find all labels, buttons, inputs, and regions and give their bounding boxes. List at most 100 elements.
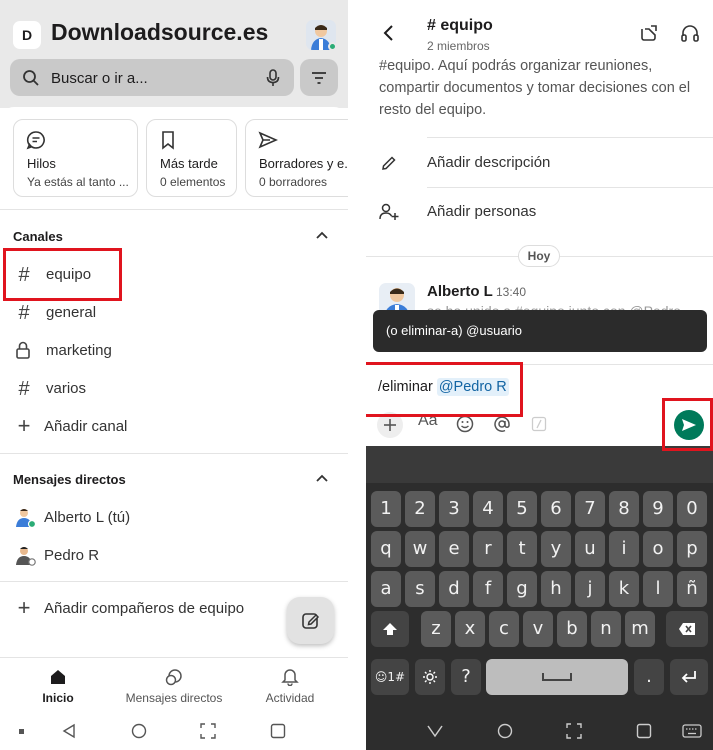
key-5[interactable]: 5 [507,491,537,527]
command-suggestion[interactable]: (o eliminar-a) @usuario [373,310,707,352]
key-e[interactable]: e [439,531,469,567]
avatar [16,509,36,528]
home-nav-icon[interactable] [497,723,513,739]
key-i[interactable]: i [609,531,639,567]
key-d[interactable]: d [439,571,469,607]
keyboard-icon[interactable] [682,724,702,738]
tab-home[interactable]: Inicio [16,658,100,714]
drafts-card[interactable]: Borradores y e... 0 borradores [245,119,348,197]
key-l[interactable]: l [643,571,673,607]
key-c[interactable]: c [489,611,519,647]
headphones-icon[interactable] [680,23,700,43]
key-g[interactable]: g [507,571,537,607]
period-key[interactable]: . [634,659,664,695]
key-a[interactable]: a [371,571,401,607]
divider [427,137,713,138]
add-description-button[interactable]: Añadir descripción [366,140,713,186]
key-r[interactable]: r [473,531,503,567]
member-count[interactable]: 2 miembros [427,39,490,53]
highlight-box [3,248,122,301]
key-n[interactable]: n [591,611,621,647]
message-author[interactable]: Alberto L [427,283,493,300]
day-divider[interactable]: Hoy [518,245,560,267]
tab-activity[interactable]: Actividad [248,658,332,714]
key-8[interactable]: 8 [609,491,639,527]
bell-icon [281,669,299,686]
mention-icon[interactable] [493,415,511,433]
tab-direct-messages[interactable]: Mensajes directos [116,658,232,714]
recents-nav-icon[interactable] [270,723,286,739]
chevron-up-icon[interactable] [315,230,329,240]
backspace-key[interactable] [666,611,708,647]
tab-label: Inicio [42,691,74,705]
key-k[interactable]: k [609,571,639,607]
screenshot-nav-icon[interactable] [566,723,582,739]
key-z[interactable]: z [421,611,451,647]
key-ñ[interactable]: ñ [677,571,707,607]
emoji-icon[interactable] [456,415,474,433]
key-s[interactable]: s [405,571,435,607]
shift-key[interactable] [371,611,409,647]
recents-nav-icon[interactable] [636,723,652,739]
search-input[interactable]: Buscar o ir a... [10,59,294,96]
channel-item-varios[interactable]: # varios [0,370,348,406]
screenshot-nav-icon[interactable] [200,723,216,739]
back-nav-icon[interactable] [61,723,77,739]
filter-button[interactable] [300,59,338,96]
channels-section-title[interactable]: Canales [13,229,63,244]
key-p[interactable]: p [677,531,707,567]
add-teammates-label: Añadir compañeros de equipo [44,600,245,617]
key-h[interactable]: h [541,571,571,607]
key-j[interactable]: j [575,571,605,607]
key-v[interactable]: v [523,611,553,647]
enter-key[interactable] [670,659,708,695]
dms-section-title[interactable]: Mensajes directos [13,472,126,487]
key-o[interactable]: o [643,531,673,567]
workspace-badge[interactable]: D [13,21,41,49]
key-3[interactable]: 3 [439,491,469,527]
back-nav-icon[interactable] [427,724,443,738]
key-7[interactable]: 7 [575,491,605,527]
threads-card[interactable]: Hilos Ya estás al tanto ... [13,119,138,197]
add-people-button[interactable]: Añadir personas [366,189,713,235]
symbols-key[interactable]: ☺1# [371,659,409,695]
channel-label: varios [46,380,87,397]
key-x[interactable]: x [455,611,485,647]
home-nav-icon[interactable] [131,723,147,739]
channel-item-marketing[interactable]: marketing [0,332,348,368]
space-key[interactable] [486,659,628,695]
add-channel-button[interactable]: + Añadir canal [0,408,348,444]
slash-command-icon[interactable] [531,416,547,432]
dm-label: Pedro R [44,547,100,564]
dm-item-pedro[interactable]: Pedro R [0,537,348,573]
chevron-up-icon[interactable] [315,473,329,483]
back-arrow-icon[interactable] [382,24,394,42]
key-q[interactable]: q [371,531,401,567]
key-f[interactable]: f [473,571,503,607]
key-u[interactable]: u [575,531,605,567]
workspace-name[interactable]: Downloadsource.es [51,19,268,46]
system-nav-bar [366,712,713,750]
key-w[interactable]: w [405,531,435,567]
key-t[interactable]: t [507,531,537,567]
microphone-icon[interactable] [266,69,280,87]
compose-button[interactable] [287,597,334,644]
key-0[interactable]: 0 [677,491,707,527]
keyboard: 1 2 3 4 5 6 7 8 9 0 q w e r t y u i o p a s d f g h j k l ñ z x c v b n m ☺1#… [366,446,713,750]
question-key[interactable]: ? [451,659,481,695]
key-2[interactable]: 2 [405,491,435,527]
key-y[interactable]: y [541,531,571,567]
key-b[interactable]: b [557,611,587,647]
system-nav-bar [0,713,348,750]
canvas-icon[interactable] [639,23,659,43]
channel-title[interactable]: # equipo [427,17,493,35]
dm-item-alberto[interactable]: Alberto L (tú) [0,499,348,535]
settings-key[interactable] [415,659,445,695]
channel-label: marketing [46,342,112,359]
later-card[interactable]: Más tarde 0 elementos [146,119,237,197]
key-1[interactable]: 1 [371,491,401,527]
key-6[interactable]: 6 [541,491,571,527]
key-9[interactable]: 9 [643,491,673,527]
key-4[interactable]: 4 [473,491,503,527]
key-m[interactable]: m [625,611,655,647]
